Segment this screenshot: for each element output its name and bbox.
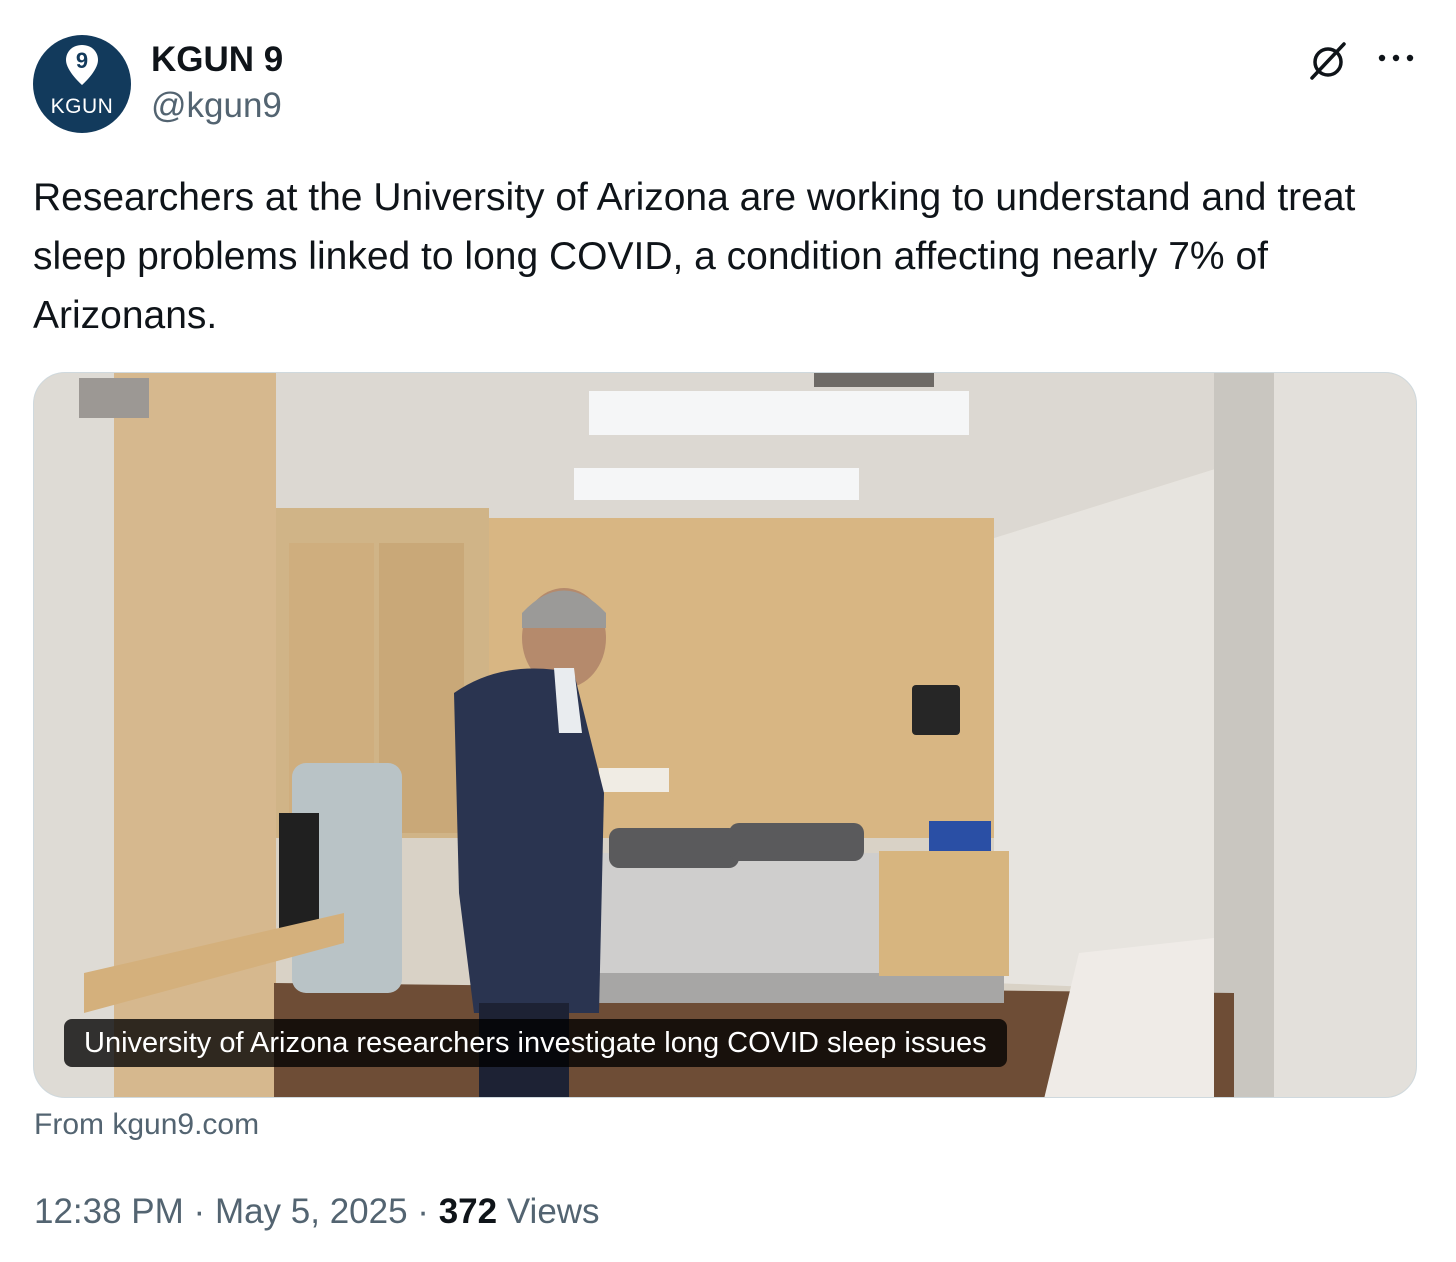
- location-pin-icon: 9: [66, 45, 98, 85]
- more-icon[interactable]: [1376, 46, 1416, 70]
- tweet-date[interactable]: May 5, 2025: [215, 1192, 408, 1231]
- bedroom-photo: [34, 373, 1416, 1097]
- link-card-image[interactable]: University of Arizona researchers invest…: [33, 372, 1417, 1098]
- grok-icon[interactable]: [1306, 38, 1350, 82]
- tweet-text: Researchers at the University of Arizona…: [33, 176, 1356, 337]
- views-label: Views: [506, 1192, 600, 1231]
- meta-separator: ·: [193, 1192, 206, 1231]
- avatar-badge: 9: [76, 48, 88, 73]
- tweet-time[interactable]: 12:38 PM: [34, 1192, 184, 1231]
- tweet-meta: 12:38 PM · May 5, 2025 · 372 Views: [34, 1192, 600, 1232]
- author-display-name[interactable]: KGUN 9: [151, 40, 283, 80]
- link-source[interactable]: From kgun9.com: [34, 1108, 259, 1142]
- video-caption: University of Arizona researchers invest…: [64, 1019, 1007, 1067]
- avatar[interactable]: 9 KGUN: [33, 35, 131, 133]
- avatar-logo-text: KGUN: [50, 95, 114, 118]
- meta-separator: ·: [417, 1192, 429, 1231]
- author-handle[interactable]: @kgun9: [151, 86, 282, 126]
- views-count: 372: [438, 1192, 498, 1231]
